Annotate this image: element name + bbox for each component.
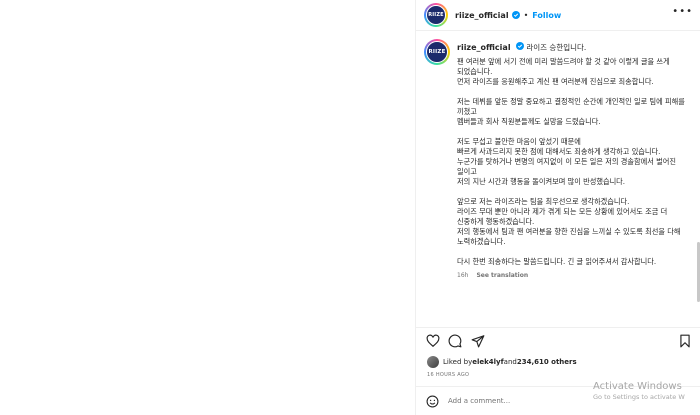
- share-icon[interactable]: [471, 334, 485, 348]
- follow-button[interactable]: Follow: [532, 11, 561, 20]
- bookmark-icon[interactable]: [678, 334, 692, 348]
- separator-dot: •: [523, 10, 529, 20]
- post-header: RIIZE riize_official • Follow •••: [416, 0, 700, 31]
- profile-avatar[interactable]: RIIZE: [424, 3, 448, 27]
- caption-title-line: riize_official 라이즈 승한입니다.: [457, 42, 689, 53]
- post-media-area: [0, 0, 415, 415]
- likes-middle: and: [503, 358, 517, 366]
- post-timestamp: 16 HOURS AGO: [427, 372, 470, 378]
- header-username[interactable]: riize_official: [455, 11, 509, 20]
- caption-avatar[interactable]: RIIZE: [424, 39, 450, 65]
- comment-input[interactable]: [448, 397, 588, 405]
- liker-avatar[interactable]: [427, 356, 439, 368]
- more-options-icon[interactable]: •••: [672, 7, 693, 17]
- comment-bar: [416, 386, 700, 415]
- heart-icon[interactable]: [426, 334, 440, 348]
- action-bar: [416, 327, 700, 353]
- caption-avatar-logo-text: RIIZE: [426, 41, 448, 63]
- likes-prefix: Liked by: [443, 358, 473, 366]
- caption-meta: 16h See translation: [457, 272, 689, 279]
- caption-body: riize_official 라이즈 승한입니다. 팬 여러분 앞에 서기 전에…: [457, 42, 689, 279]
- verified-badge-icon: [511, 11, 520, 19]
- comment-icon[interactable]: [448, 334, 462, 348]
- caption-title: 라이즈 승한입니다.: [526, 43, 587, 52]
- emoji-icon[interactable]: [426, 395, 439, 408]
- verified-badge-icon: [515, 42, 524, 50]
- caption-scrollbar[interactable]: [696, 62, 700, 357]
- liker-username[interactable]: elek4lyf: [472, 358, 503, 366]
- caption-time-ago: 16h: [457, 272, 469, 279]
- post-side-panel: RIIZE riize_official • Follow ••• RIIZE …: [415, 0, 700, 415]
- caption-section: RIIZE riize_official 라이즈 승한입니다. 팬 여러분 앞에…: [416, 31, 700, 327]
- see-translation-link[interactable]: See translation: [476, 272, 528, 279]
- likes-others-link[interactable]: 234,610 others: [517, 358, 577, 366]
- avatar-logo-text: RIIZE: [426, 5, 446, 25]
- caption-text: 팬 여러분 앞에 서기 전에 미리 말씀드려야 할 것 같아 이렇게 글을 쓰게…: [457, 57, 685, 266]
- likes-summary: Liked by elek4lyf and 234,610 others: [427, 356, 577, 368]
- caption-username[interactable]: riize_official: [457, 43, 511, 52]
